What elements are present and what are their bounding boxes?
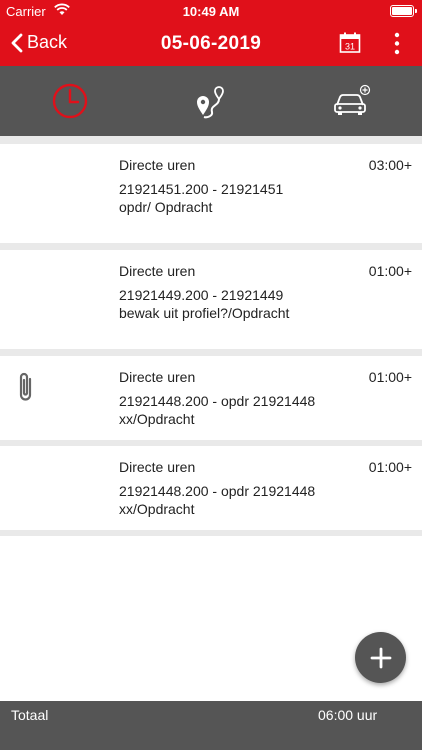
navigation-bar: Back 05-06-2019 31 xyxy=(0,22,422,66)
paperclip-icon[interactable] xyxy=(15,370,37,409)
totals-footer: Totaal 06:00 uur xyxy=(0,701,422,750)
more-options-button[interactable] xyxy=(389,31,405,57)
back-button[interactable]: Back xyxy=(10,32,67,53)
list-item[interactable]: Directe uren 21921451.200 - 21921451 opd… xyxy=(0,144,422,243)
status-bar: Carrier 10:49 AM xyxy=(0,0,422,22)
entry-description: 21921448.200 - opdr 21921448 xx/Opdracht xyxy=(119,483,316,517)
entry-hours: 01:00+ xyxy=(368,263,412,279)
route-pin-icon xyxy=(197,86,224,119)
entry-type: Directe uren xyxy=(119,263,196,279)
calendar-icon: 31 xyxy=(339,32,361,53)
tab-hours[interactable] xyxy=(0,66,140,136)
calendar-button[interactable]: 31 xyxy=(339,32,361,59)
clock-time: 10:49 AM xyxy=(182,4,240,19)
plus-icon xyxy=(370,647,391,668)
tab-route[interactable] xyxy=(141,66,281,136)
more-vertical-icon xyxy=(394,32,400,55)
list-item[interactable]: Directe uren 21921448.200 - opdr 2192144… xyxy=(0,446,422,530)
entry-type: Directe uren xyxy=(119,157,196,173)
entry-description: 21921448.200 - opdr 21921448 xx/Opdracht xyxy=(119,393,316,427)
entry-hours: 03:00+ xyxy=(368,157,412,173)
list-item[interactable]: Directe uren 21921448.200 - opdr 2192144… xyxy=(0,356,422,440)
time-entries-list: Directe uren 21921451.200 - 21921451 opd… xyxy=(0,136,422,701)
total-hours: 06:00 uur xyxy=(318,707,378,723)
entry-description: 21921451.200 - 21921451 opdr/ Opdracht xyxy=(119,181,284,215)
battery-icon xyxy=(390,5,417,17)
total-label: Totaal xyxy=(11,707,49,723)
add-entry-button[interactable] xyxy=(355,632,406,683)
tab-bar xyxy=(0,66,422,136)
entry-hours: 01:00+ xyxy=(368,459,412,475)
list-item[interactable]: Directe uren 21921449.200 - 21921449 bew… xyxy=(0,250,422,349)
entry-description: 21921449.200 - 21921449 bewak uit profie… xyxy=(119,287,290,321)
entry-type: Directe uren xyxy=(119,459,196,475)
list-empty-area xyxy=(0,536,422,701)
chevron-left-icon xyxy=(11,33,23,52)
car-add-icon xyxy=(334,84,371,115)
clock-icon xyxy=(52,83,88,119)
entry-type: Directe uren xyxy=(119,369,196,385)
entry-hours: 01:00+ xyxy=(368,369,412,385)
tab-vehicle[interactable] xyxy=(282,66,422,136)
back-label: Back xyxy=(27,32,68,52)
calendar-day: 31 xyxy=(345,42,355,52)
